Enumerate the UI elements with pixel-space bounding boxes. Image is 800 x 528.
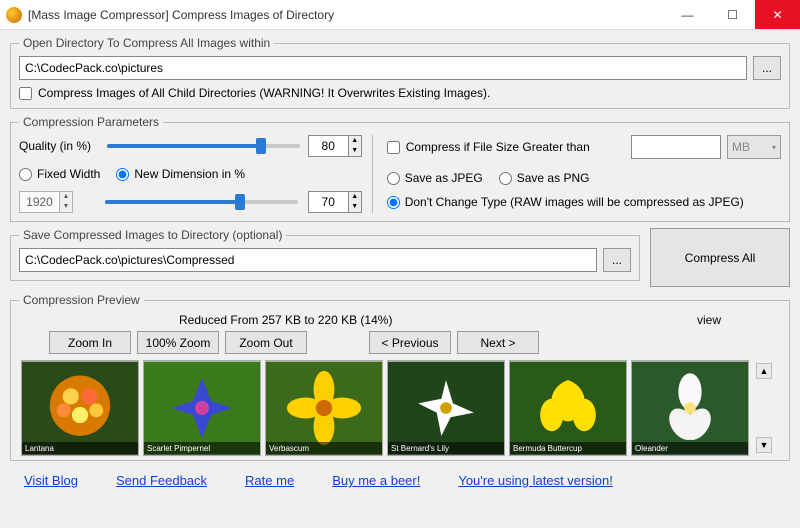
zoom-in-button[interactable]: Zoom In: [49, 331, 131, 354]
dont-change-label: Don't Change Type (RAW images will be co…: [405, 195, 744, 209]
child-directories-label: Compress Images of All Child Directories…: [38, 86, 490, 100]
thumbnail-caption: Bermuda Buttercup: [510, 442, 626, 455]
save-png-label: Save as PNG: [517, 171, 590, 185]
preview-legend: Compression Preview: [19, 293, 144, 307]
compress-all-button[interactable]: Compress All: [650, 228, 790, 287]
scroll-up-icon[interactable]: ▲: [756, 363, 772, 379]
quality-value-input[interactable]: [308, 135, 348, 157]
thumbnail[interactable]: Oleander: [631, 360, 749, 456]
open-directory-browse-button[interactable]: ...: [753, 56, 781, 80]
minimize-button[interactable]: —: [665, 0, 710, 29]
thumbnail-caption: St Bernard's Lily: [388, 442, 504, 455]
thumbnail-caption: Oleander: [632, 442, 748, 455]
save-directory-group: Save Compressed Images to Directory (opt…: [10, 228, 640, 281]
scroll-down-icon[interactable]: ▼: [756, 437, 772, 453]
quality-label: Quality (in %): [19, 139, 99, 153]
open-directory-input[interactable]: [19, 56, 747, 80]
fixed-width-radio[interactable]: [19, 168, 32, 181]
thumbnail[interactable]: Scarlet Pimpernel: [143, 360, 261, 456]
save-png-radio[interactable]: [499, 172, 512, 185]
maximize-button[interactable]: ☐: [710, 0, 755, 29]
open-directory-legend: Open Directory To Compress All Images wi…: [19, 36, 274, 50]
chevron-down-icon: ▾: [772, 143, 776, 152]
thumbnail-caption: Verbascum: [266, 442, 382, 455]
size-condition-checkbox[interactable]: [387, 141, 400, 154]
send-feedback-link[interactable]: Send Feedback: [116, 473, 207, 488]
thumbnail[interactable]: Bermuda Buttercup: [509, 360, 627, 456]
zoom-out-button[interactable]: Zoom Out: [225, 331, 307, 354]
open-directory-group: Open Directory To Compress All Images wi…: [10, 36, 790, 109]
save-directory-input[interactable]: [19, 248, 597, 272]
previous-button[interactable]: < Previous: [369, 331, 451, 354]
preview-group: Compression Preview Reduced From 257 KB …: [10, 293, 790, 461]
close-button[interactable]: ✕: [755, 0, 800, 29]
window-title: [Mass Image Compressor] Compress Images …: [28, 8, 665, 22]
next-button[interactable]: Next >: [457, 331, 539, 354]
compression-params-legend: Compression Parameters: [19, 115, 163, 129]
child-directories-checkbox[interactable]: [19, 87, 32, 100]
dimension-value-input[interactable]: [308, 191, 348, 213]
app-icon: [6, 7, 22, 23]
save-jpeg-label: Save as JPEG: [405, 171, 483, 185]
fixed-width-input[interactable]: [19, 191, 59, 213]
fixed-width-label: Fixed Width: [37, 167, 100, 181]
dimension-slider[interactable]: [105, 200, 298, 204]
thumbnail[interactable]: St Bernard's Lily: [387, 360, 505, 456]
compression-params-group: Compression Parameters Quality (in %) ▲▼…: [10, 115, 790, 222]
thumbnail-caption: Lantana: [22, 442, 138, 455]
zoom-100-button[interactable]: 100% Zoom: [137, 331, 219, 354]
quality-spinner[interactable]: ▲▼: [308, 135, 362, 157]
thumbnail-strip: Lantana Scarlet Pimpernel Verbascum St B…: [19, 360, 751, 456]
footer-links: Visit Blog Send Feedback Rate me Buy me …: [10, 467, 790, 488]
thumbnail-caption: Scarlet Pimpernel: [144, 442, 260, 455]
thumbnail-scrollbar[interactable]: ▲ ▼: [755, 360, 773, 456]
save-directory-browse-button[interactable]: ...: [603, 248, 631, 272]
latest-version-link[interactable]: You're using latest version!: [458, 473, 612, 488]
size-unit-select[interactable]: MB▾: [727, 135, 781, 159]
save-jpeg-radio[interactable]: [387, 172, 400, 185]
fixed-width-spinner[interactable]: ▲▼: [19, 191, 95, 213]
view-label: view: [697, 313, 721, 327]
new-dimension-radio[interactable]: [116, 168, 129, 181]
size-condition-input[interactable]: [631, 135, 721, 159]
dimension-spinner[interactable]: ▲▼: [308, 191, 362, 213]
size-condition-label: Compress if File Size Greater than: [406, 140, 590, 154]
thumbnail[interactable]: Verbascum: [265, 360, 383, 456]
reduced-label: Reduced From 257 KB to 220 KB (14%): [179, 313, 697, 327]
new-dimension-label: New Dimension in %: [134, 167, 245, 181]
save-directory-legend: Save Compressed Images to Directory (opt…: [19, 228, 286, 242]
title-bar: [Mass Image Compressor] Compress Images …: [0, 0, 800, 30]
rate-me-link[interactable]: Rate me: [245, 473, 294, 488]
dont-change-radio[interactable]: [387, 196, 400, 209]
visit-blog-link[interactable]: Visit Blog: [24, 473, 78, 488]
buy-beer-link[interactable]: Buy me a beer!: [332, 473, 420, 488]
quality-slider[interactable]: [107, 144, 300, 148]
thumbnail[interactable]: Lantana: [21, 360, 139, 456]
